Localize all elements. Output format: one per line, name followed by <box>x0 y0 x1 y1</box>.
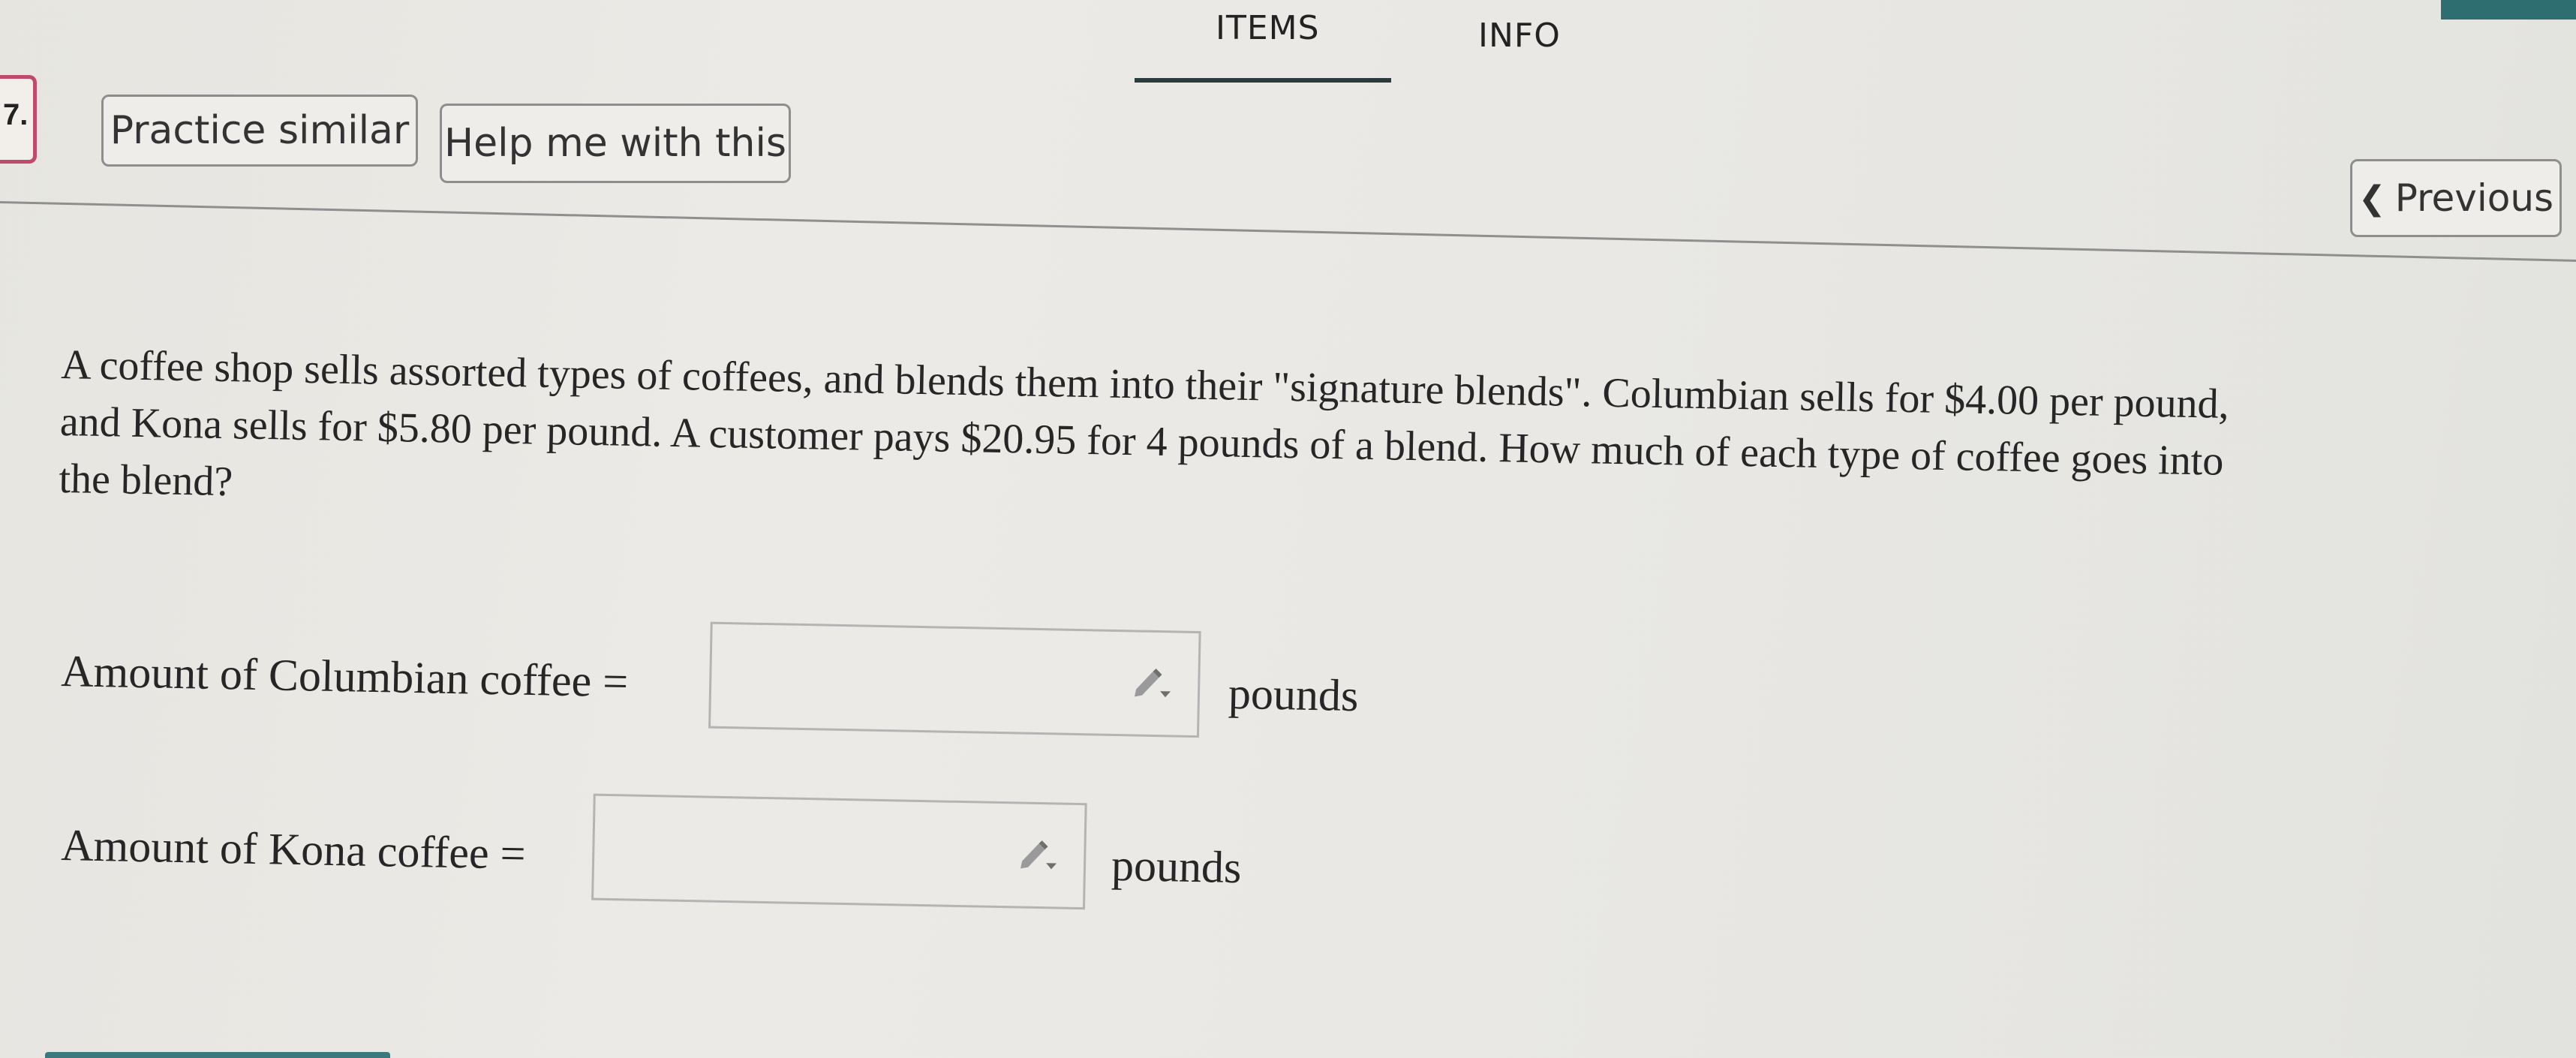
practice-similar-button[interactable]: Practice similar <box>101 95 418 167</box>
header-divider <box>0 201 2576 265</box>
bottom-accent-bar <box>45 1052 390 1058</box>
active-tab-indicator <box>1135 78 1391 83</box>
top-tab-bar: ITEMS INFO <box>1088 0 1688 90</box>
columbian-amount-label: Amount of Columbian coffee = <box>60 645 629 707</box>
question-text: A coffee shop sells assorted types of co… <box>59 336 2576 555</box>
pencil-dropdown-icon[interactable] <box>1016 835 1062 873</box>
columbian-unit-label: pounds <box>1228 668 1360 721</box>
columbian-amount-input[interactable] <box>708 621 1201 738</box>
pencil-dropdown-icon[interactable] <box>1130 663 1176 702</box>
tab-info[interactable]: INFO <box>1478 17 1561 55</box>
previous-button[interactable]: ❮ Previous <box>2350 159 2562 237</box>
kona-amount-input[interactable] <box>591 793 1087 910</box>
tab-items[interactable]: ITEMS <box>1216 9 1320 47</box>
chevron-left-icon: ❮ <box>2358 179 2386 218</box>
question-number-marker[interactable]: 7. <box>0 75 37 164</box>
previous-label: Previous <box>2394 176 2554 220</box>
kona-unit-label: pounds <box>1111 840 1243 893</box>
question-number: 7. <box>3 98 29 131</box>
help-me-with-this-button[interactable]: Help me with this <box>440 104 791 183</box>
kona-amount-label: Amount of Kona coffee = <box>60 819 527 879</box>
header-accent-strip <box>2441 0 2576 20</box>
